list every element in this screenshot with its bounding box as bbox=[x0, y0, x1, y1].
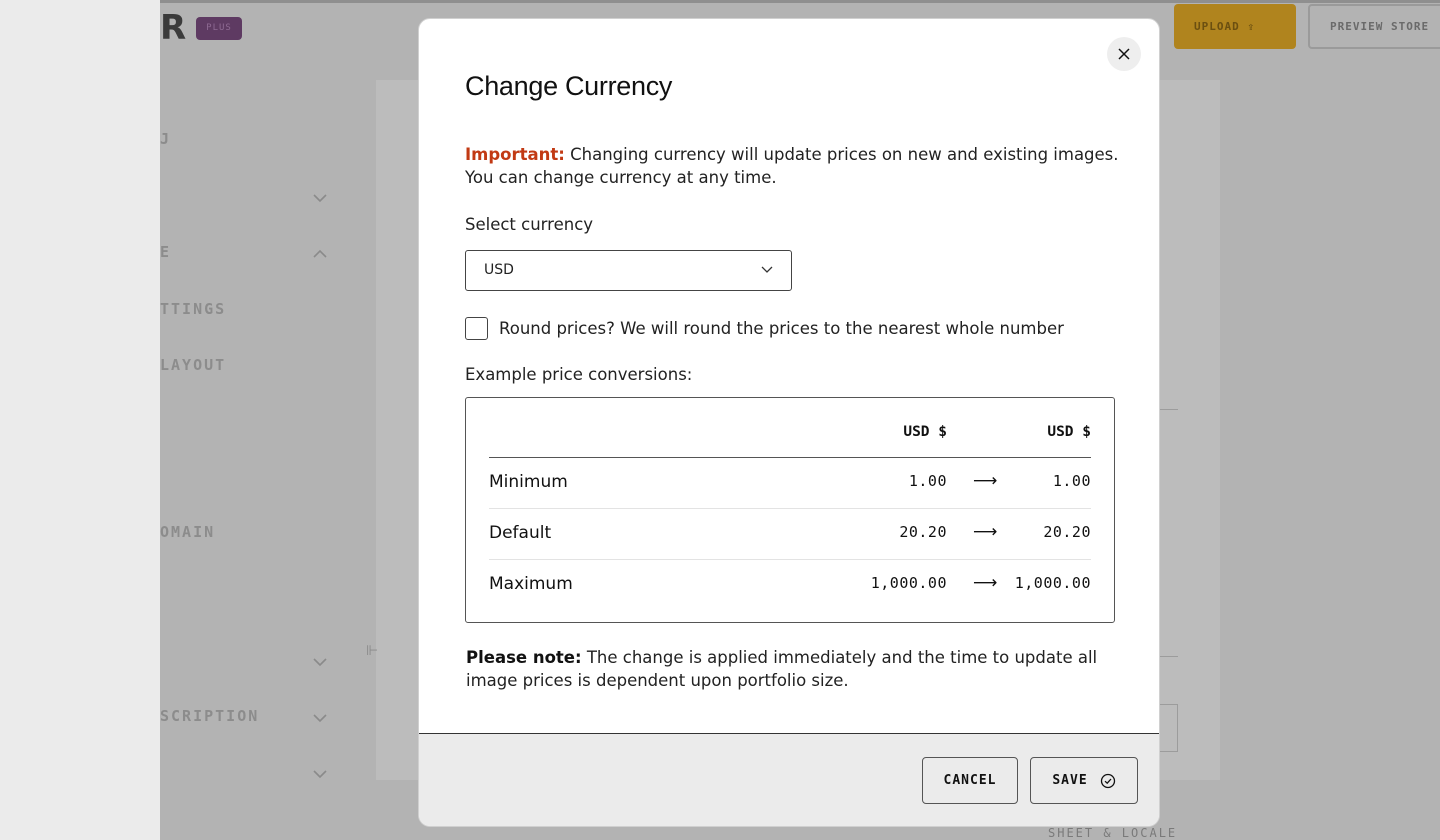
change-currency-modal: Change Currency Important: Changing curr… bbox=[418, 18, 1160, 827]
important-label: Important: bbox=[465, 145, 565, 164]
sidebar-item: LAYOUT bbox=[160, 356, 227, 374]
row-label: Default bbox=[489, 523, 552, 543]
column-header-to: USD $ bbox=[1047, 424, 1091, 440]
modal-footer: CANCEL SAVE bbox=[419, 733, 1159, 826]
round-prices-checkbox[interactable] bbox=[465, 317, 488, 340]
collapse-sidebar-icon: ⊩ bbox=[366, 643, 379, 659]
from-value: 1,000.00 bbox=[870, 574, 947, 592]
close-icon bbox=[1118, 48, 1130, 60]
sidebar-item: OMAIN bbox=[160, 523, 216, 541]
arrow-right-icon: ⟶ bbox=[973, 522, 998, 542]
sidebar-item: SCRIPTION bbox=[160, 707, 260, 725]
to-value: 1,000.00 bbox=[1014, 574, 1091, 592]
to-value: 1.00 bbox=[1052, 472, 1091, 490]
close-button[interactable] bbox=[1107, 37, 1141, 71]
currency-select-value: USD bbox=[484, 262, 514, 278]
chevron-down-icon bbox=[312, 768, 327, 782]
conversion-table: USD $ USD $ Minimum 1.00 ⟶ 1.00 Default … bbox=[465, 397, 1115, 623]
arrow-right-icon: ⟶ bbox=[973, 573, 998, 593]
save-button-label: SAVE bbox=[1052, 773, 1088, 788]
plus-badge: PLUS bbox=[196, 17, 242, 40]
chevron-down-icon bbox=[761, 266, 773, 273]
arrow-right-icon: ⟶ bbox=[973, 471, 998, 491]
preview-store-button: PREVIEW STORE bbox=[1308, 4, 1440, 49]
to-value: 20.20 bbox=[1043, 523, 1091, 541]
background-box bbox=[1158, 704, 1178, 752]
from-value: 20.20 bbox=[899, 523, 947, 541]
divider bbox=[1158, 409, 1178, 410]
round-prices-row: Round prices? We will round the prices t… bbox=[465, 317, 1064, 340]
bottom-label: SHEET & LOCALE bbox=[1048, 826, 1178, 840]
chevron-down-icon bbox=[312, 712, 327, 726]
chevron-down-icon bbox=[312, 192, 327, 206]
important-notice: Important: Changing currency will update… bbox=[465, 143, 1125, 189]
select-currency-label: Select currency bbox=[465, 215, 594, 234]
save-button[interactable]: SAVE bbox=[1030, 757, 1138, 804]
from-value: 1.00 bbox=[908, 472, 947, 490]
example-conversions-label: Example price conversions: bbox=[465, 365, 693, 384]
please-note: Please note: The change is applied immed… bbox=[466, 646, 1126, 692]
upload-button: UPLOAD ⇪ bbox=[1174, 4, 1296, 49]
row-label: Minimum bbox=[489, 472, 568, 492]
cancel-button[interactable]: CANCEL bbox=[922, 757, 1018, 804]
sidebar-item: E bbox=[160, 243, 172, 261]
row-label: Maximum bbox=[489, 574, 573, 594]
sidebar-item: TTINGS bbox=[160, 300, 227, 318]
modal-title: Change Currency bbox=[465, 71, 673, 101]
currency-select[interactable]: USD bbox=[465, 250, 792, 291]
check-circle-icon bbox=[1100, 773, 1115, 788]
table-row: Default 20.20 ⟶ 20.20 bbox=[489, 509, 1091, 560]
top-border bbox=[160, 0, 1440, 3]
divider bbox=[1158, 656, 1178, 657]
table-header: USD $ USD $ bbox=[489, 420, 1091, 458]
table-row: Minimum 1.00 ⟶ 1.00 bbox=[489, 458, 1091, 509]
sidebar-item: J bbox=[160, 130, 172, 148]
logo: R bbox=[160, 8, 187, 48]
table-row: Maximum 1,000.00 ⟶ 1,000.00 bbox=[489, 560, 1091, 611]
cancel-button-label: CANCEL bbox=[943, 773, 997, 788]
chevron-up-icon bbox=[312, 248, 327, 262]
round-prices-label[interactable]: Round prices? We will round the prices t… bbox=[499, 319, 1064, 338]
chevron-down-icon bbox=[312, 656, 327, 670]
column-header-from: USD $ bbox=[903, 424, 947, 440]
modal-body: Change Currency Important: Changing curr… bbox=[419, 19, 1159, 733]
note-label: Please note: bbox=[466, 648, 582, 667]
